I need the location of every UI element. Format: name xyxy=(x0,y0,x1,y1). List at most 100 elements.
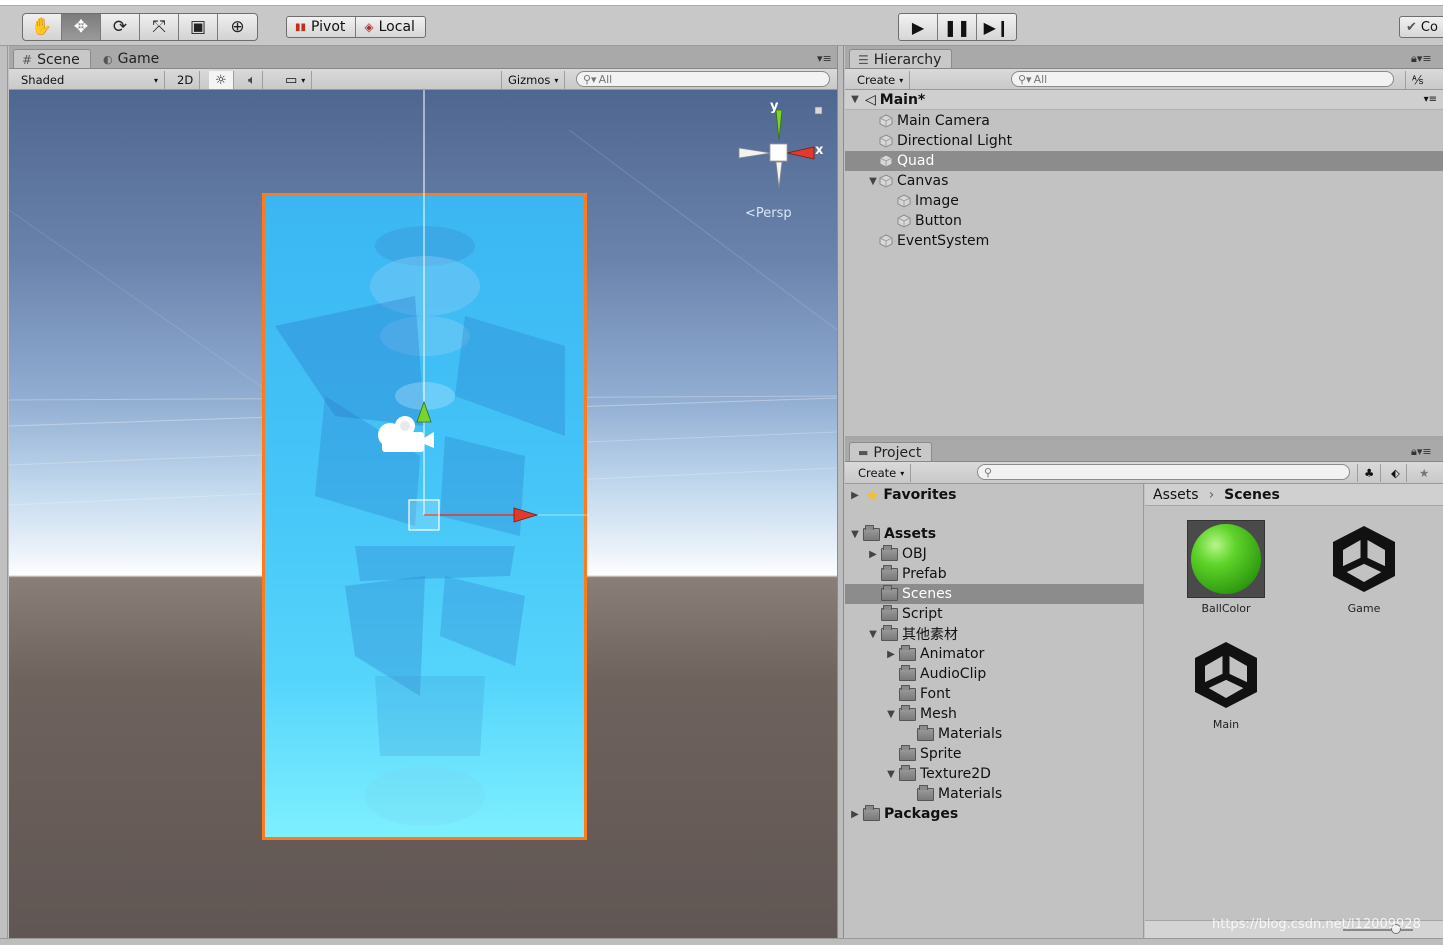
dropdown-arrow-icon: ▾ xyxy=(900,468,905,478)
hierarchy-item-label: EventSystem xyxy=(897,233,990,249)
favorites-row[interactable]: ▶ ★ Favorites xyxy=(845,485,1144,505)
scene-name: Main* xyxy=(879,91,926,108)
gizmos-dropdown[interactable]: Gizmos ▾ xyxy=(501,71,566,89)
project-folder-item[interactable]: ▶ Packages xyxy=(845,804,1144,824)
scene-root-row[interactable]: ▼ ◁ Main* ▾≡ xyxy=(845,90,1443,110)
pause-button[interactable]: ❚❚ xyxy=(938,14,977,40)
project-folder-item[interactable]: ▼ 其他素材 xyxy=(845,624,1144,644)
local-button[interactable]: ◈ Local xyxy=(356,17,425,37)
menu-strip xyxy=(0,0,1443,6)
hierarchy-item[interactable]: Main Camera xyxy=(845,111,1443,131)
step-button[interactable]: ▶❙ xyxy=(977,14,1016,40)
panel-menu-icon[interactable]: ▾≡ xyxy=(817,52,832,65)
lighting-toggle[interactable]: ☼ xyxy=(209,71,234,89)
folder-icon xyxy=(917,724,934,741)
scene-search-input[interactable]: ⚲▾ All xyxy=(576,71,830,87)
project-folder-item[interactable]: Scenes xyxy=(845,584,1144,604)
expand-arrow-icon[interactable]: ▼ xyxy=(867,176,879,187)
collab-button[interactable]: ✔ Co xyxy=(1399,16,1443,38)
breadcrumb-assets[interactable]: Assets xyxy=(1153,487,1199,503)
tab-scene[interactable]: # Scene xyxy=(13,49,91,68)
scene-viewport[interactable]: y x <Persp xyxy=(9,90,837,938)
folder-icon xyxy=(881,604,898,621)
expand-arrow-icon[interactable]: ▼ xyxy=(885,769,897,780)
shading-dropdown[interactable]: Shaded ▾ xyxy=(15,71,165,89)
hierarchy-create-dropdown[interactable]: Create ▾ xyxy=(851,71,911,89)
hand-tool-icon[interactable]: ✋ xyxy=(23,14,62,40)
transform-tool-icon[interactable]: ⊕ xyxy=(218,14,257,40)
hierarchy-item[interactable]: ▼ Canvas xyxy=(845,171,1443,191)
projection-toggle[interactable]: <Persp xyxy=(745,206,792,221)
rect-tool-icon[interactable]: ▣ xyxy=(179,14,218,40)
asset-main[interactable]: Main xyxy=(1181,636,1271,731)
project-folder-label: Materials xyxy=(938,786,1003,802)
left-edge xyxy=(0,46,8,945)
project-folder-item[interactable]: ▶ Animator xyxy=(845,644,1144,664)
hierarchy-search-input[interactable]: ⚲▾ All xyxy=(1011,71,1394,87)
project-folder-item[interactable]: AudioClip xyxy=(845,664,1144,684)
status-bar xyxy=(0,938,1443,945)
project-folder-item[interactable]: Font xyxy=(845,684,1144,704)
hierarchy-item[interactable]: Directional Light xyxy=(845,131,1443,151)
hierarchy-item[interactable]: EventSystem xyxy=(845,231,1443,251)
camera-gizmo-icon[interactable] xyxy=(374,412,444,456)
expand-arrow-icon[interactable]: ▶ xyxy=(885,649,897,660)
project-folder-item[interactable]: ▼ Mesh xyxy=(845,704,1144,724)
tab-hierarchy[interactable]: ☰ Hierarchy xyxy=(849,49,953,68)
asset-game[interactable]: Game xyxy=(1319,520,1409,615)
effects-dropdown[interactable]: ▭ ▾ xyxy=(279,71,313,89)
project-controlbar: Create ▾ ⚲ ♣ ⬖ ★ xyxy=(845,462,1443,484)
audio-toggle[interactable]: 🔈︎ xyxy=(242,71,263,89)
orientation-gizmo[interactable] xyxy=(729,98,829,218)
project-folder-item[interactable]: ▼ Assets xyxy=(845,524,1144,544)
project-folder-item[interactable]: ▼ Texture2D xyxy=(845,764,1144,784)
expand-arrow-icon[interactable]: ▼ xyxy=(885,709,897,720)
project-folder-item[interactable]: ▶ OBJ xyxy=(845,544,1144,564)
scene-tabbar: # Scene ◐ Game ▾≡ xyxy=(9,46,839,69)
star-icon: ★ xyxy=(865,485,880,505)
filter-by-label-button[interactable]: ⬖ xyxy=(1385,464,1407,482)
expand-arrow-icon[interactable]: ▼ xyxy=(867,629,879,640)
project-folder-item[interactable]: Prefab xyxy=(845,564,1144,584)
hierarchy-filter-button[interactable]: ⅍ xyxy=(1405,71,1429,89)
unity-scene-icon xyxy=(1333,526,1395,592)
pivot-button[interactable]: ▮▮ Pivot xyxy=(287,17,357,37)
tab-game[interactable]: ◐ Game xyxy=(95,49,169,68)
transform-tools: ✋ ✥ ⟳ ⤧ ▣ ⊕ xyxy=(22,13,258,41)
asset-ballcolor[interactable]: BallColor xyxy=(1181,520,1271,615)
hierarchy-item[interactable]: Image xyxy=(845,191,1443,211)
2d-toggle[interactable]: 2D xyxy=(171,71,201,89)
filter-by-type-button[interactable]: ♣ xyxy=(1357,464,1382,482)
favorite-button[interactable]: ★ xyxy=(1413,464,1435,482)
gameobject-cube-icon xyxy=(879,134,897,148)
scene-menu-icon[interactable]: ▾≡ xyxy=(1424,94,1437,105)
project-folder-item[interactable]: Materials xyxy=(845,724,1144,744)
project-folder-item[interactable]: Script xyxy=(845,604,1144,624)
hierarchy-item-label: Main Camera xyxy=(897,113,990,129)
project-folder-item[interactable]: Sprite xyxy=(845,744,1144,764)
folder-icon xyxy=(899,704,916,721)
move-tool-icon[interactable]: ✥ xyxy=(62,14,101,40)
expand-arrow-icon[interactable]: ▼ xyxy=(849,529,861,540)
expand-arrow-icon[interactable]: ▶ xyxy=(867,549,879,560)
expand-arrow-icon[interactable]: ▶ xyxy=(849,490,861,501)
breadcrumb-scenes[interactable]: Scenes xyxy=(1224,487,1280,503)
project-search-input[interactable]: ⚲ xyxy=(977,464,1350,480)
gameobject-cube-icon xyxy=(897,214,915,228)
panel-splitter[interactable] xyxy=(837,46,844,945)
hierarchy-item[interactable]: Button xyxy=(845,211,1443,231)
hierarchy-item[interactable]: Quad xyxy=(845,151,1443,171)
expand-arrow-icon[interactable]: ▶ xyxy=(849,809,861,820)
play-button[interactable]: ▶ xyxy=(899,14,938,40)
gameobject-cube-icon xyxy=(879,114,897,128)
scale-tool-icon[interactable]: ⤧ xyxy=(140,14,179,40)
project-lock-menu-icon[interactable]: 🔒︎▾≡ xyxy=(1411,445,1432,459)
project-create-dropdown[interactable]: Create ▾ xyxy=(852,464,912,482)
rotate-tool-icon[interactable]: ⟳ xyxy=(101,14,140,40)
hierarchy-lock-menu-icon[interactable]: 🔒︎▾≡ xyxy=(1411,52,1432,66)
expand-arrow-icon[interactable]: ▼ xyxy=(849,94,861,105)
tab-project[interactable]: ▬ Project xyxy=(849,442,933,461)
play-controls: ▶ ❚❚ ▶❙ xyxy=(898,13,1017,41)
image-icon: ▭ xyxy=(285,72,298,88)
project-folder-item[interactable]: Materials xyxy=(845,784,1144,804)
